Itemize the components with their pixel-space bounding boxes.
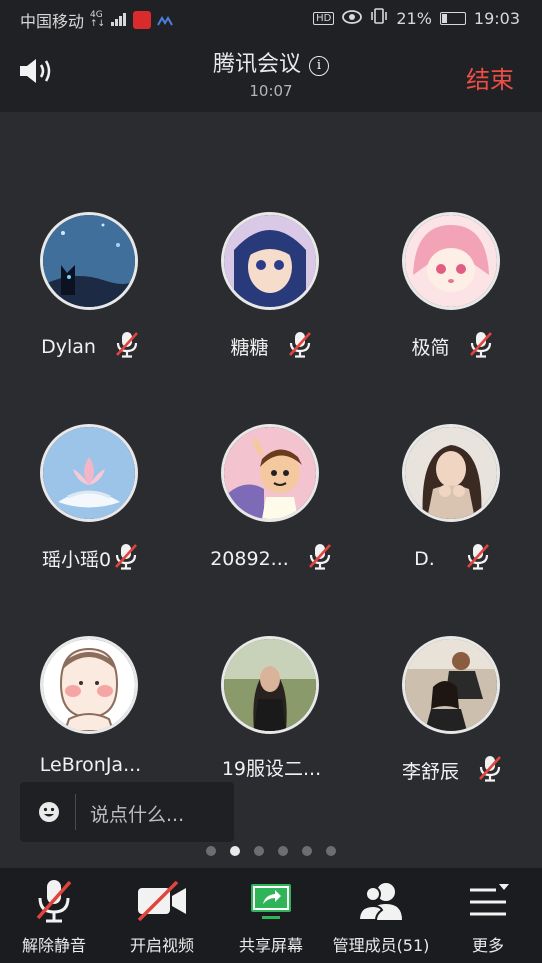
app-notification-icon — [157, 11, 173, 30]
battery-icon — [439, 11, 466, 25]
emoji-icon[interactable] — [38, 801, 60, 823]
participant-tile[interactable]: D. — [362, 324, 542, 570]
meeting-title: 腾讯会议 — [212, 52, 301, 77]
page-dot[interactable] — [278, 846, 288, 856]
mic-muted-icon — [36, 880, 72, 923]
cartoon-boy-avatar — [221, 424, 319, 522]
more-label: 更多 — [471, 936, 504, 955]
chat-divider — [75, 794, 76, 830]
participant-name-row: 李舒辰 — [362, 754, 542, 787]
cartoon-baby-avatar — [40, 636, 138, 734]
participant-name: LeBronJa... — [39, 754, 142, 776]
clock: 19:03 — [473, 8, 520, 28]
page-dot[interactable] — [302, 846, 312, 856]
status-bar: 中国移动 4G ↑↓ HD 21% 19:03 — [0, 0, 542, 36]
vibrate-icon — [370, 8, 388, 28]
participant-name: 19服设二... — [221, 758, 322, 780]
chat-placeholder: 说点什么... — [90, 804, 185, 826]
participant-name-row: LeBronJa... — [0, 754, 181, 776]
chat-input[interactable]: 说点什么... — [20, 782, 234, 842]
photo-woman-avatar — [221, 636, 319, 734]
end-meeting-button[interactable]: 结束 — [466, 60, 514, 95]
photo-couple-avatar — [402, 636, 500, 734]
more-button[interactable]: 更多 — [438, 878, 538, 956]
camera-off-icon — [137, 880, 186, 922]
page-dot[interactable] — [254, 846, 264, 856]
menu-more-icon — [470, 884, 509, 916]
participant-tile[interactable]: 20892... — [181, 324, 362, 570]
participant-tile[interactable]: 极简 — [362, 112, 542, 359]
anime-girl-blue-avatar — [221, 212, 319, 310]
share-screen-icon — [251, 884, 291, 919]
hd-icon: HD — [313, 11, 335, 25]
page-indicator — [0, 846, 542, 856]
page-dot[interactable] — [206, 846, 216, 856]
share-screen-button[interactable]: 共享屏幕 — [221, 878, 321, 956]
carrier-label: 中国移动 — [20, 12, 85, 31]
recording-icon — [133, 11, 152, 29]
meeting-header: 腾讯会议 i 10:07 结束 — [0, 36, 542, 112]
participant-tile[interactable]: 19服设二... — [181, 536, 362, 780]
start-video-label: 开启视频 — [129, 936, 194, 955]
page-dot[interactable] — [230, 846, 240, 856]
lotus-avatar — [40, 424, 138, 522]
info-icon[interactable]: i — [309, 56, 329, 76]
participant-tile[interactable]: Dylan — [0, 112, 181, 358]
page-dot[interactable] — [326, 846, 336, 856]
signal-icon — [111, 11, 127, 30]
manage-members-button[interactable]: 管理成员(51) — [321, 878, 441, 956]
unmute-button[interactable]: 解除静音 — [4, 878, 104, 956]
start-video-button[interactable]: 开启视频 — [112, 878, 212, 956]
meeting-duration: 10:07 — [249, 82, 293, 100]
participant-tile[interactable]: 糖糖 — [181, 112, 362, 359]
members-icon — [357, 883, 402, 921]
participant-name-row: 19服设二... — [181, 754, 362, 781]
participant-tile[interactable]: 李舒辰 — [362, 536, 542, 783]
network-icon: 4G ↑↓ — [90, 10, 106, 29]
participant-name: 李舒辰 — [401, 761, 459, 783]
cat-night-avatar — [40, 212, 138, 310]
photo-girl-avatar — [402, 424, 500, 522]
anime-girl-pink-avatar — [402, 212, 500, 310]
bottom-toolbar: 解除静音 开启视频 共享屏幕 管理成员(51) 更多 — [0, 868, 542, 963]
share-screen-label: 共享屏幕 — [238, 936, 303, 955]
title-block: 腾讯会议 i 10:07 — [0, 46, 542, 100]
manage-members-label: 管理成员(51) — [332, 936, 430, 955]
eye-icon — [342, 9, 363, 28]
unmute-label: 解除静音 — [21, 936, 86, 955]
battery-percent: 21% — [396, 8, 432, 28]
participant-tile[interactable]: 瑶小瑶0 — [0, 324, 181, 571]
mic-off-icon — [477, 754, 503, 787]
participant-tile[interactable]: LeBronJa... — [0, 536, 181, 776]
